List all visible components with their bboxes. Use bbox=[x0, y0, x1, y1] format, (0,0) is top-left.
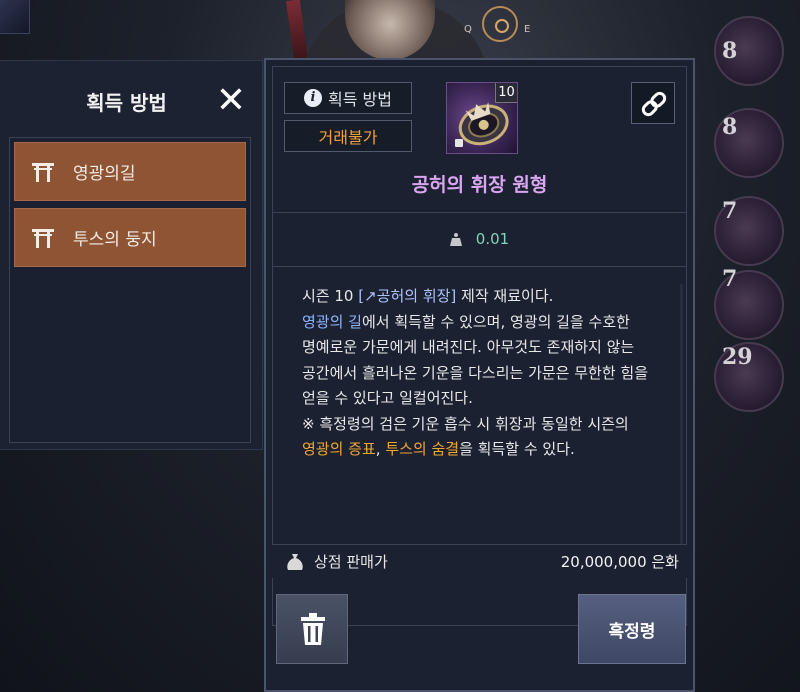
item-level-badge: 10 bbox=[495, 83, 517, 103]
glory-road-highlight: 영광의 길 bbox=[302, 312, 362, 331]
item-tooltip: i 획득 방법 거래불가 10 공허의 휘장 원형 0.01 시즌 10 [↗공… bbox=[264, 58, 695, 692]
skill-orb-level: 7 bbox=[722, 266, 738, 292]
description-text: 시즌 10 bbox=[302, 287, 359, 305]
skill-orb-level: 8 bbox=[722, 38, 738, 64]
link-icon bbox=[641, 91, 667, 117]
top-left-badge bbox=[0, 0, 30, 34]
shop-sell-price-row: 상점 판매가 20,000,000 은화 bbox=[272, 544, 687, 578]
info-icon: i bbox=[304, 89, 323, 107]
divider bbox=[272, 212, 687, 213]
item-weight-value: 0.01 bbox=[475, 230, 510, 248]
item-weight: 0.01 bbox=[266, 230, 693, 248]
description-text: 을 획득할 수 있다. bbox=[459, 440, 575, 458]
acquisition-list: 영광의길 투스의 둥지 bbox=[9, 137, 251, 443]
compass-e-label: E bbox=[524, 24, 531, 35]
item-name: 공허의 휘장 원형 bbox=[411, 174, 548, 196]
gate-icon bbox=[31, 227, 55, 249]
shop-sell-price-label: 상점 판매가 bbox=[314, 553, 388, 571]
item-description: 시즌 10 [↗공허의 휘장] 제작 재료이다. 영광의 길에서 획득할 수 있… bbox=[302, 284, 662, 546]
close-icon[interactable]: ✕ bbox=[213, 83, 249, 119]
item-emblem-icon: 10 bbox=[446, 82, 518, 154]
trash-icon bbox=[301, 613, 325, 645]
skill-orb-level: 7 bbox=[722, 198, 738, 224]
description-text: 제작 재료이다. bbox=[456, 287, 554, 305]
weight-icon bbox=[449, 233, 462, 246]
acquisition-method-button[interactable]: i 획득 방법 bbox=[284, 82, 412, 114]
acquisition-item-glory-road[interactable]: 영광의길 bbox=[14, 142, 246, 201]
divider bbox=[272, 266, 687, 267]
compass-q-label: Q bbox=[464, 24, 472, 35]
description-scrollbar[interactable] bbox=[680, 284, 683, 554]
black-spirit-button[interactable]: 흑정령 bbox=[578, 594, 686, 664]
untradeable-badge: 거래불가 bbox=[284, 120, 412, 152]
money-bag-icon bbox=[287, 553, 303, 570]
skill-orb-level: 8 bbox=[722, 114, 738, 140]
compass: Q E bbox=[462, 2, 538, 58]
compass-icon bbox=[482, 6, 518, 42]
description-text: ※ 흑정령의 검은 기운 흡수 시 휘장과 동일한 시즌의 bbox=[302, 414, 629, 433]
acquisition-panel: 획득 방법 ✕ 영광의길 투스의 둥지 bbox=[0, 60, 263, 450]
description-text: , bbox=[375, 440, 386, 458]
acquisition-method-label: 획득 방법 bbox=[328, 90, 392, 109]
gate-icon bbox=[31, 161, 55, 183]
discard-button[interactable] bbox=[276, 594, 348, 664]
background-staff bbox=[285, 0, 309, 61]
shop-sell-price-value: 20,000,000 은화 bbox=[560, 553, 679, 571]
item-reference-link[interactable]: [↗공허의 휘장] bbox=[358, 287, 456, 305]
share-link-button[interactable] bbox=[631, 82, 675, 124]
acquisition-item-label: 영광의길 bbox=[73, 164, 136, 184]
acquisition-item-tooth-nest[interactable]: 투스의 둥지 bbox=[14, 208, 246, 267]
acquisition-item-label: 투스의 둥지 bbox=[73, 230, 157, 250]
skill-orb-level: 29 bbox=[722, 344, 753, 370]
glory-token-highlight: 영광의 증표 bbox=[302, 440, 376, 458]
tooth-breath-highlight: 투스의 숨결 bbox=[385, 440, 460, 458]
